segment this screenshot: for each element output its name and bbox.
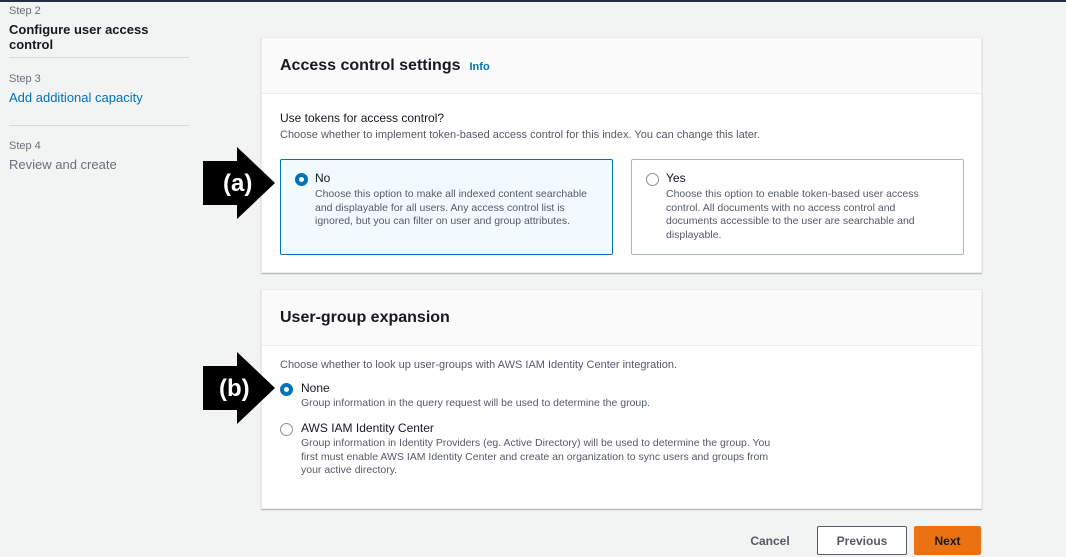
user-group-description: Choose whether to look up user-groups wi… — [280, 359, 678, 371]
token-option-yes-description: Choose this option to enable token-based… — [666, 188, 919, 241]
radio-iam-identity-center[interactable] — [280, 423, 293, 436]
group-option-iam-identity-center[interactable]: AWS IAM Identity Center Group informatio… — [280, 421, 790, 478]
step-divider — [9, 125, 189, 126]
user-group-title: User-group expansion — [280, 308, 450, 326]
radio-yes[interactable] — [646, 173, 659, 186]
token-field-label: Use tokens for access control? — [280, 111, 445, 125]
step-divider — [9, 57, 189, 58]
group-option-iam-title: AWS IAM Identity Center — [301, 421, 434, 435]
info-link[interactable]: Info — [470, 61, 490, 73]
access-control-title: Access control settings — [280, 56, 461, 74]
annotation-arrow-a: (a) — [203, 147, 275, 219]
previous-button[interactable]: Previous — [817, 526, 907, 555]
token-option-no-title: No — [315, 171, 331, 185]
step-4: Step 4 Review and create — [9, 140, 189, 172]
group-option-iam-description: Group information in Identity Providers … — [301, 437, 771, 476]
token-option-yes-title: Yes — [666, 171, 686, 185]
user-group-panel: User-group expansion Choose whether to l… — [261, 289, 982, 509]
cancel-button[interactable]: Cancel — [741, 526, 799, 555]
group-option-none-description: Group information in the query request w… — [301, 397, 651, 409]
access-control-header: Access control settings Info — [262, 38, 981, 94]
annotation-label-a: (a) — [223, 170, 252, 197]
step-2-number: Step 2 — [9, 5, 41, 17]
radio-no[interactable] — [295, 173, 308, 186]
annotation-label-b: (b) — [219, 375, 250, 402]
step-4-number: Step 4 — [9, 140, 41, 152]
token-option-no[interactable]: No Choose this option to make all indexe… — [280, 159, 613, 255]
step-4-title: Review and create — [9, 157, 117, 172]
token-option-yes[interactable]: Yes Choose this option to enable token-b… — [631, 159, 964, 255]
step-3-link[interactable]: Add additional capacity — [9, 90, 189, 105]
group-option-none-title: None — [301, 381, 330, 395]
group-option-none[interactable]: None Group information in the query requ… — [280, 381, 970, 411]
step-3[interactable]: Step 3 Add additional capacity — [9, 73, 189, 105]
token-field-description: Choose whether to implement token-based … — [280, 129, 761, 141]
user-group-header: User-group expansion — [262, 290, 981, 346]
token-option-no-description: Choose this option to make all indexed c… — [315, 188, 588, 227]
access-control-panel: Access control settings Info Use tokens … — [261, 37, 982, 273]
annotation-arrow-b: (b) — [203, 352, 275, 424]
radio-none[interactable] — [280, 383, 293, 396]
step-2-title: Configure user access control — [9, 22, 149, 52]
next-button[interactable]: Next — [914, 526, 981, 555]
token-field: Use tokens for access control? Choose wh… — [280, 111, 970, 141]
step-2: Step 2 Configure user access control — [9, 5, 189, 52]
step-3-number: Step 3 — [9, 73, 41, 85]
